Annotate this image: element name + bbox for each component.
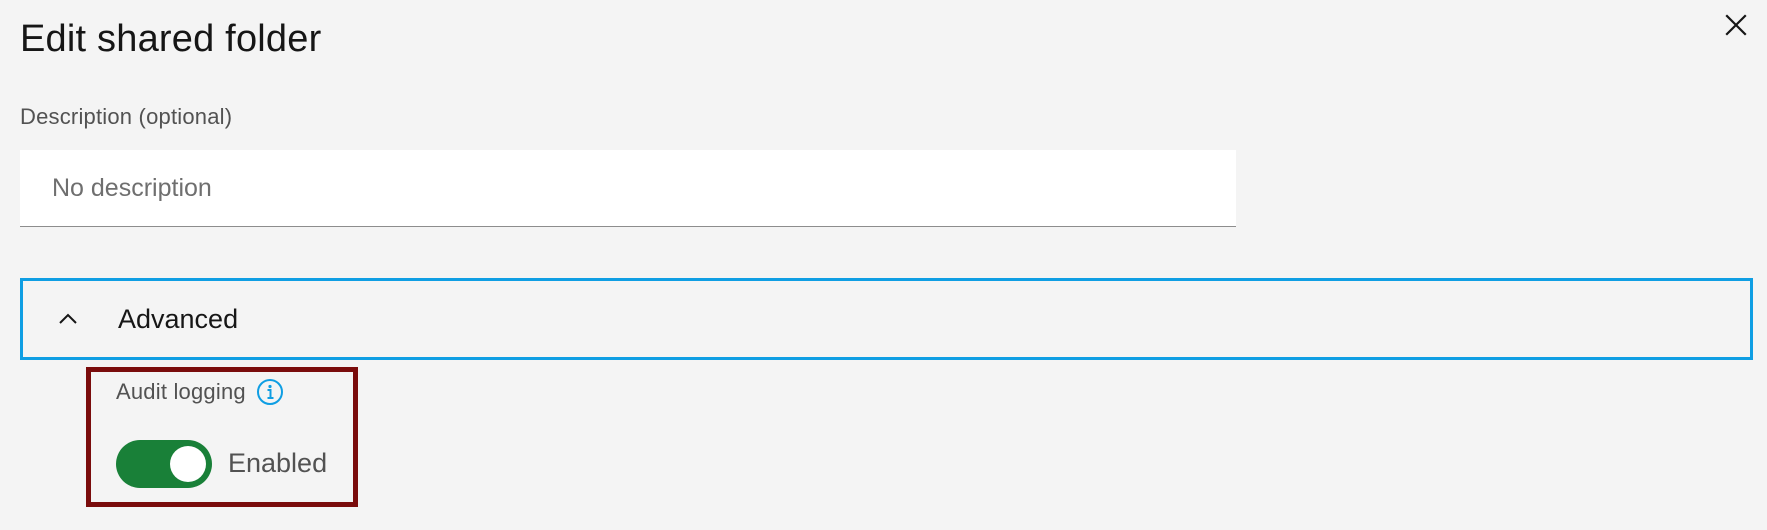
modal-title: Edit shared folder: [20, 18, 322, 60]
audit-logging-field: Audit logging: [116, 378, 284, 406]
info-icon[interactable]: [256, 378, 284, 406]
description-input[interactable]: [20, 150, 1236, 227]
advanced-accordion-title: Advanced: [118, 303, 239, 334]
close-button[interactable]: [1719, 8, 1753, 42]
chevron-up-icon: [56, 307, 80, 331]
advanced-accordion-header[interactable]: Advanced: [20, 278, 1753, 360]
toggle-knob: [170, 446, 206, 482]
close-icon: [1725, 14, 1747, 36]
toggle-state-label: Enabled: [228, 448, 328, 478]
audit-logging-label: Audit logging: [116, 379, 246, 404]
audit-logging-toggle[interactable]: [116, 440, 212, 488]
description-label: Description (optional): [20, 104, 233, 129]
